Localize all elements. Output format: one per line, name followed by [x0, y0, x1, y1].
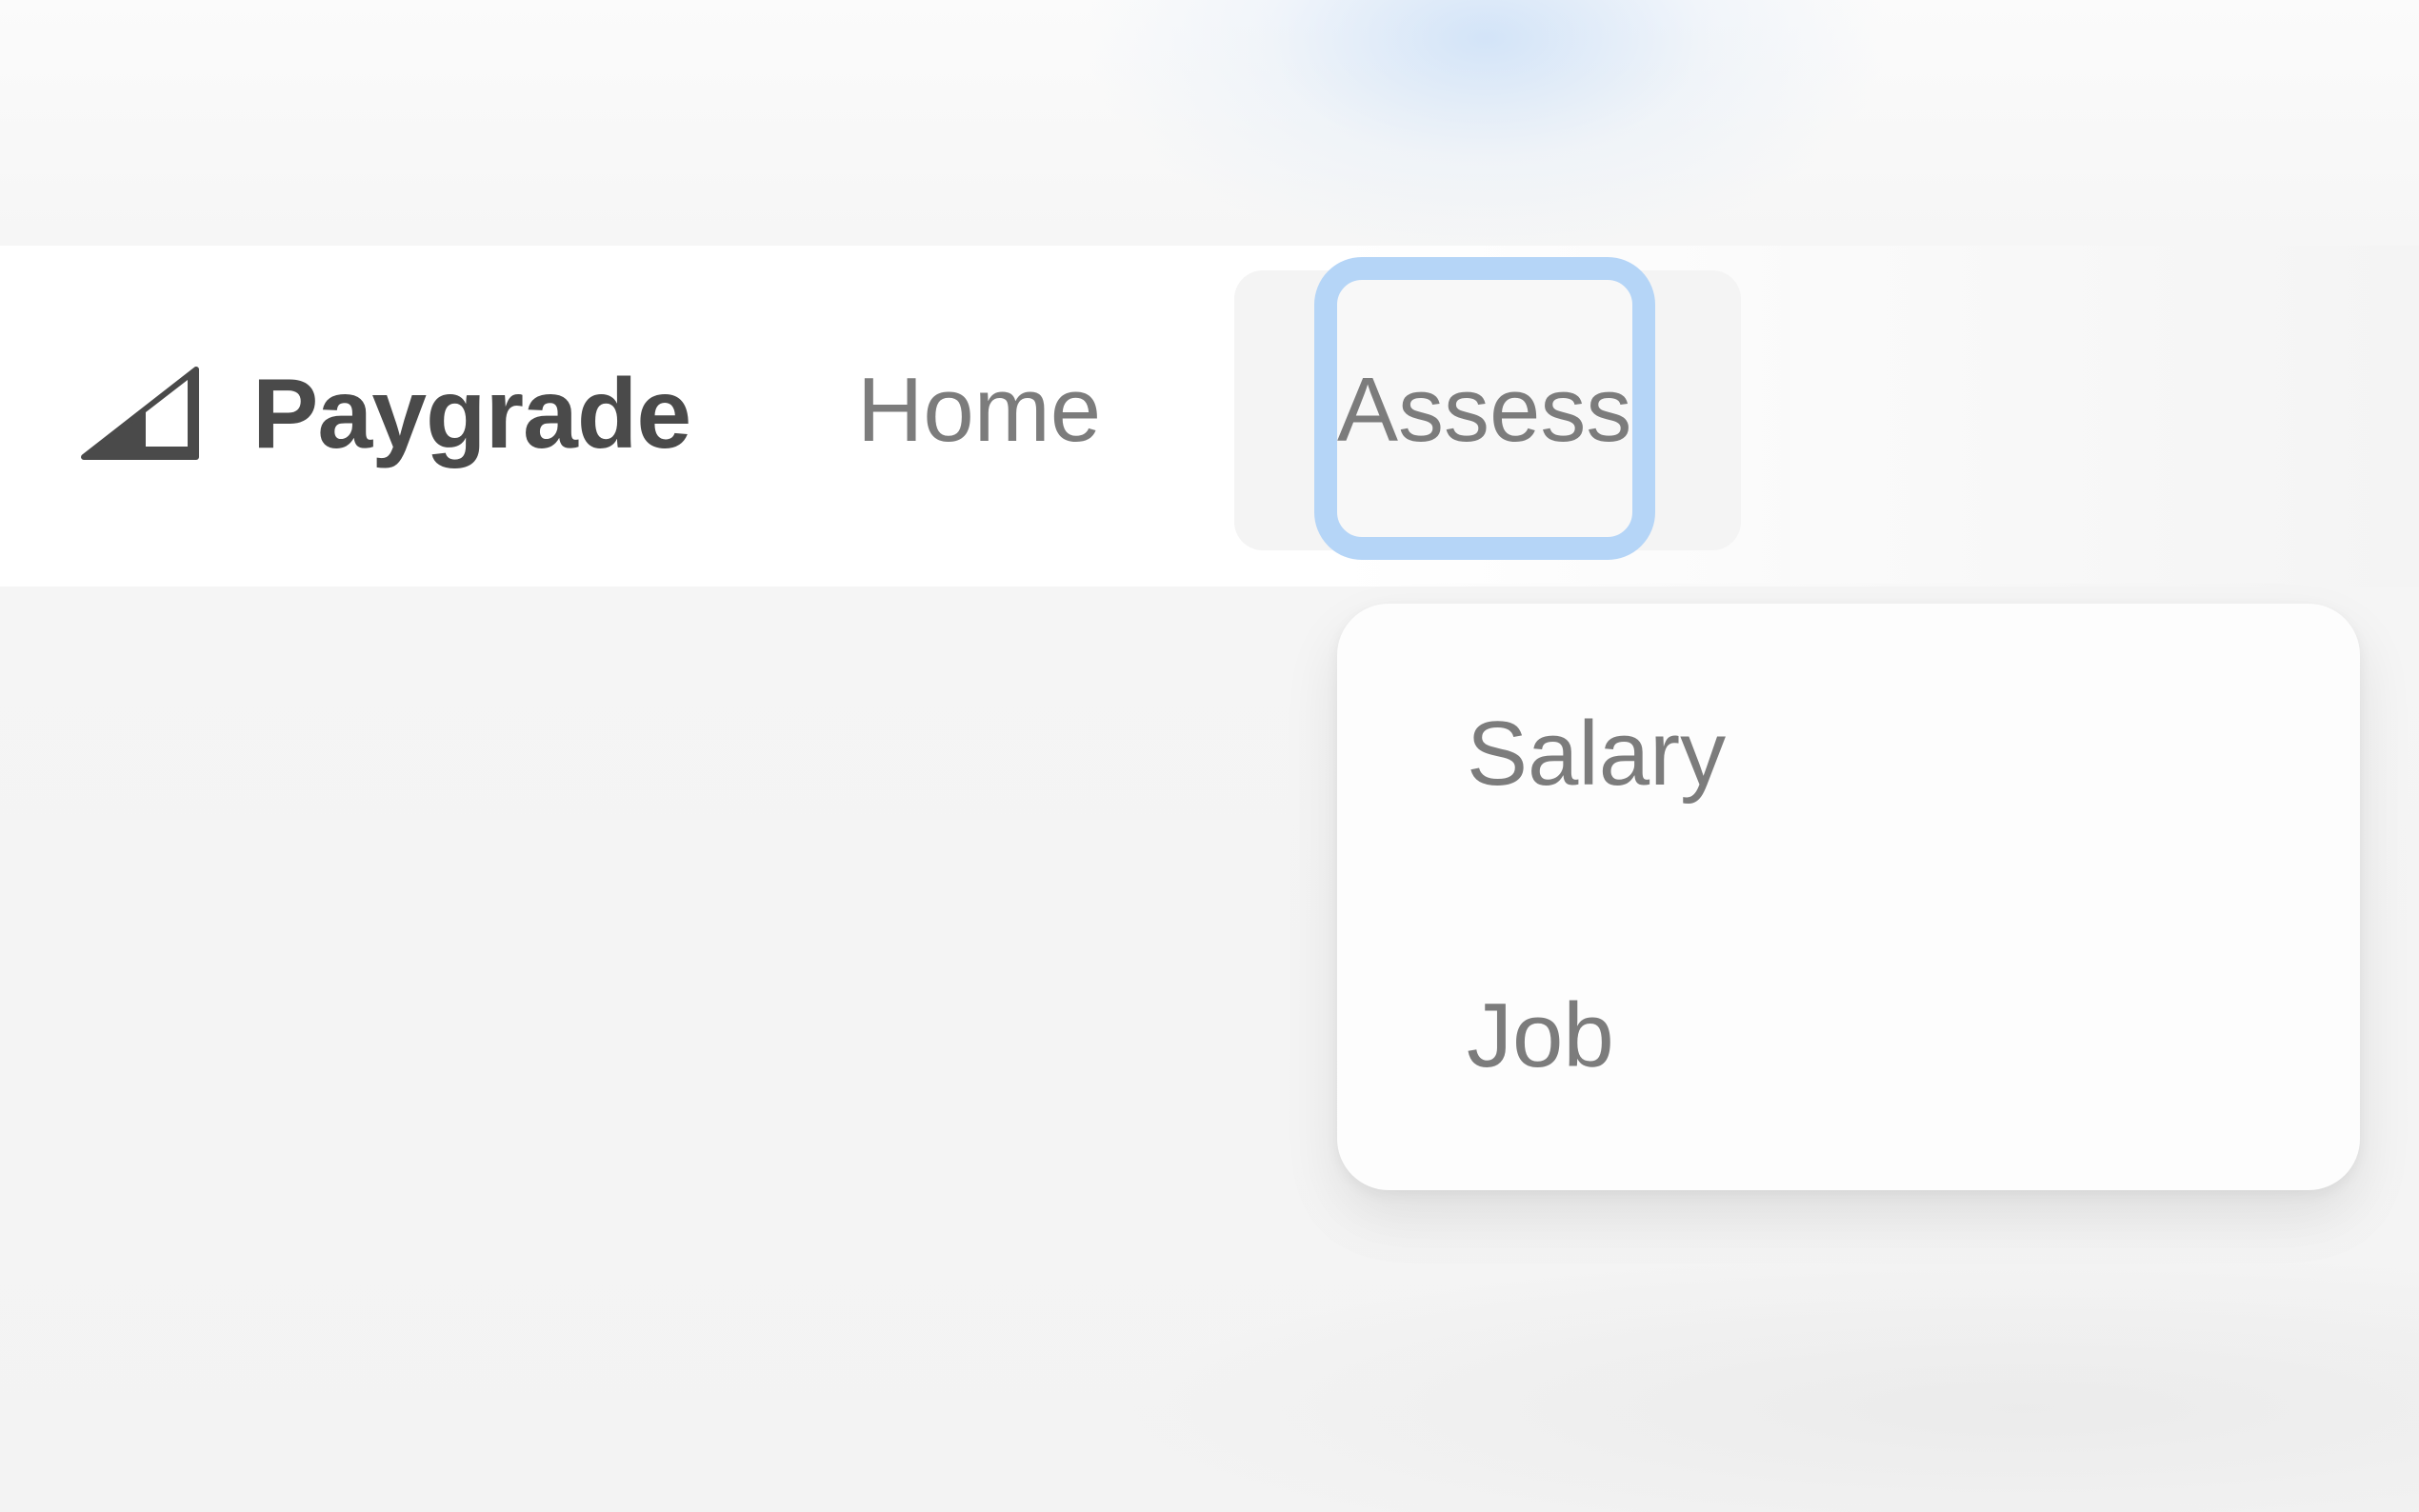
page-backdrop: [0, 0, 2419, 246]
brand-logo-link[interactable]: Paygrade: [81, 359, 691, 469]
menu-item-job[interactable]: Job: [1467, 990, 1614, 1082]
signal-triangle-icon: [81, 367, 199, 460]
assess-dropdown-menu: Salary Job: [1337, 604, 2360, 1190]
brand-name: Paygrade: [252, 359, 691, 469]
nav-assess-menu-button[interactable]: Assess: [1337, 365, 1631, 456]
nav-home-link[interactable]: Home: [857, 365, 1101, 456]
menu-item-salary[interactable]: Salary: [1467, 708, 1726, 800]
